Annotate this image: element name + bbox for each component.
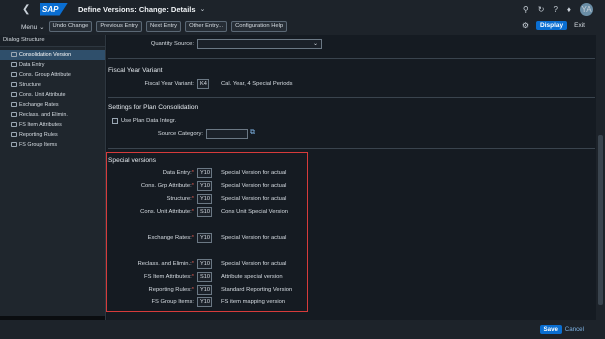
folder-icon <box>11 122 17 127</box>
cons-grp-attribute-field[interactable]: Y10 <box>197 181 212 191</box>
display-button[interactable]: Display <box>536 21 568 30</box>
folder-icon <box>11 92 17 97</box>
folder-icon <box>11 52 17 57</box>
sap-logo: SAP <box>40 2 68 16</box>
folder-icon <box>11 112 17 117</box>
fs-item-attributes-desc: Attribute special version <box>221 274 283 280</box>
exchange-rates-label: Exchange Rates:* <box>147 235 194 241</box>
structure-field[interactable]: Y10 <box>197 194 212 204</box>
value-help-icon[interactable]: ⧉ <box>250 129 255 137</box>
scrollbar-thumb[interactable] <box>598 135 603 305</box>
folder-icon <box>11 132 17 137</box>
cons-grp-attribute-desc: Special Version for actual <box>221 183 287 189</box>
exit-button[interactable]: Exit <box>574 22 585 29</box>
fs-group-items-desc: FS item mapping version <box>221 299 286 305</box>
use-plan-data-checkbox[interactable] <box>112 118 118 124</box>
undo-change-button[interactable]: Undo Change <box>48 21 93 32</box>
notification-icon[interactable]: ♦ <box>567 5 571 14</box>
folder-icon <box>11 142 17 147</box>
use-plan-data-label: Use Plan Data Integr. <box>121 118 177 124</box>
tree-item-structure[interactable]: Structure <box>0 80 105 90</box>
previous-entry-button[interactable]: Previous Entry <box>96 21 143 32</box>
special-versions-section-title: Special versions <box>108 157 157 164</box>
cons-unit-attribute-field[interactable]: S10 <box>197 207 212 217</box>
tree-item-consolidation-version[interactable]: Consolidation Version <box>0 50 105 60</box>
other-entry-button[interactable]: Other Entry... <box>185 21 228 32</box>
reclass-elimin-desc: Special Version for actual <box>221 261 287 267</box>
reclass-elimin-label: Reclass. and Elimin.:* <box>137 261 194 267</box>
chevron-down-icon: ⌄ <box>312 41 318 47</box>
reporting-rules-field[interactable]: Y10 <box>197 285 212 295</box>
help-icon[interactable]: ? <box>553 5 557 14</box>
source-category-label: Source Category: <box>157 131 203 137</box>
chevron-down-icon[interactable]: ⌄ <box>200 5 206 13</box>
divider <box>108 97 595 98</box>
cancel-button[interactable]: Cancel <box>565 326 584 333</box>
tree-item-cons-unit-attribute[interactable]: Cons. Unit Attribute <box>0 90 105 100</box>
tree-item-exchange-rates[interactable]: Exchange Rates <box>0 100 105 110</box>
configuration-help-button[interactable]: Configuration Help <box>231 21 288 32</box>
tree-item-fs-item-attributes[interactable]: FS Item Attributes <box>0 120 105 130</box>
save-button[interactable]: Save <box>539 325 562 334</box>
tree-item-data-entry[interactable]: Data Entry <box>0 60 105 70</box>
fs-group-items-field[interactable]: Y10 <box>197 297 212 307</box>
dialog-structure-panel: Dialog Structure Consolidation Version D… <box>0 35 106 320</box>
back-icon[interactable]: ❮ <box>22 4 34 15</box>
next-entry-button[interactable]: Next Entry <box>146 21 182 32</box>
history-icon[interactable]: ↻ <box>538 5 545 14</box>
fs-item-attributes-field[interactable]: S10 <box>197 272 212 282</box>
avatar[interactable]: YA <box>580 3 593 16</box>
structure-label: Structure:* <box>166 196 194 202</box>
cons-unit-attribute-label: Cons. Unit Attribute:* <box>140 209 194 215</box>
data-entry-desc: Special Version for actual <box>221 170 287 176</box>
source-category-field[interactable] <box>206 129 248 139</box>
fs-group-items-label: FS Group Items: <box>151 299 194 305</box>
fiscal-year-variant-desc: Cal. Year, 4 Special Periods <box>221 81 293 87</box>
search-icon[interactable]: ⚲ <box>523 5 529 14</box>
tree-item-reporting-rules[interactable]: Reporting Rules <box>0 130 105 140</box>
reporting-rules-desc: Standard Reporting Version <box>221 287 293 293</box>
dialog-structure-header: Dialog Structure <box>0 35 105 47</box>
folder-icon <box>11 72 17 77</box>
menu-button[interactable]: Menu ⌄ <box>21 23 45 31</box>
folder-icon <box>11 82 17 87</box>
tree-item-fs-group-items[interactable]: FS Group Items <box>0 140 105 150</box>
page-title: Define Versions: Change: Details <box>78 4 196 14</box>
shell-bar: ❮ SAP Define Versions: Change: Details ⌄… <box>0 0 605 18</box>
fiscal-year-variant-field[interactable]: K4 <box>197 79 209 89</box>
cons-grp-attribute-label: Cons. Grp Attribute:* <box>140 183 194 189</box>
footer-bar: Save Cancel <box>0 320 605 339</box>
cons-unit-attribute-desc: Cons Unit Special Version <box>221 209 289 215</box>
exchange-rates-desc: Special Version for actual <box>221 235 287 241</box>
quantity-source-select[interactable]: ⌄ <box>197 39 322 49</box>
vertical-scrollbar[interactable] <box>596 35 605 320</box>
toolbar: Menu ⌄ Undo Change Previous Entry Next E… <box>0 18 605 35</box>
shell-actions: ⚲ ↻ ? ♦ YA <box>523 3 593 16</box>
divider <box>108 58 595 59</box>
divider <box>108 148 595 149</box>
folder-icon <box>11 62 17 67</box>
exchange-rates-field[interactable]: Y10 <box>197 233 212 243</box>
reporting-rules-label: Reporting Rules:* <box>148 287 194 293</box>
fs-item-attributes-label: FS Item Attributes:* <box>144 274 194 280</box>
fiscal-year-variant-label: Fiscal Year Variant: <box>144 81 194 87</box>
tree-item-cons-group-attribute[interactable]: Cons. Group Attribute <box>0 70 105 80</box>
fiscal-year-section-title: Fiscal Year Variant <box>108 67 163 74</box>
quantity-source-label: Quantity Source: <box>150 41 194 47</box>
settings-icon[interactable]: ⚙ <box>522 21 529 30</box>
reclass-elimin-field[interactable]: Y10 <box>197 259 212 269</box>
structure-desc: Special Version for actual <box>221 196 287 202</box>
data-entry-field[interactable]: Y10 <box>197 168 212 178</box>
data-entry-label: Data Entry:* <box>162 170 194 176</box>
folder-icon <box>11 102 17 107</box>
tree-item-reclass-elimin[interactable]: Reclass. and Elimin. <box>0 110 105 120</box>
plan-consolidation-section-title: Settings for Plan Consolidation <box>108 104 199 111</box>
